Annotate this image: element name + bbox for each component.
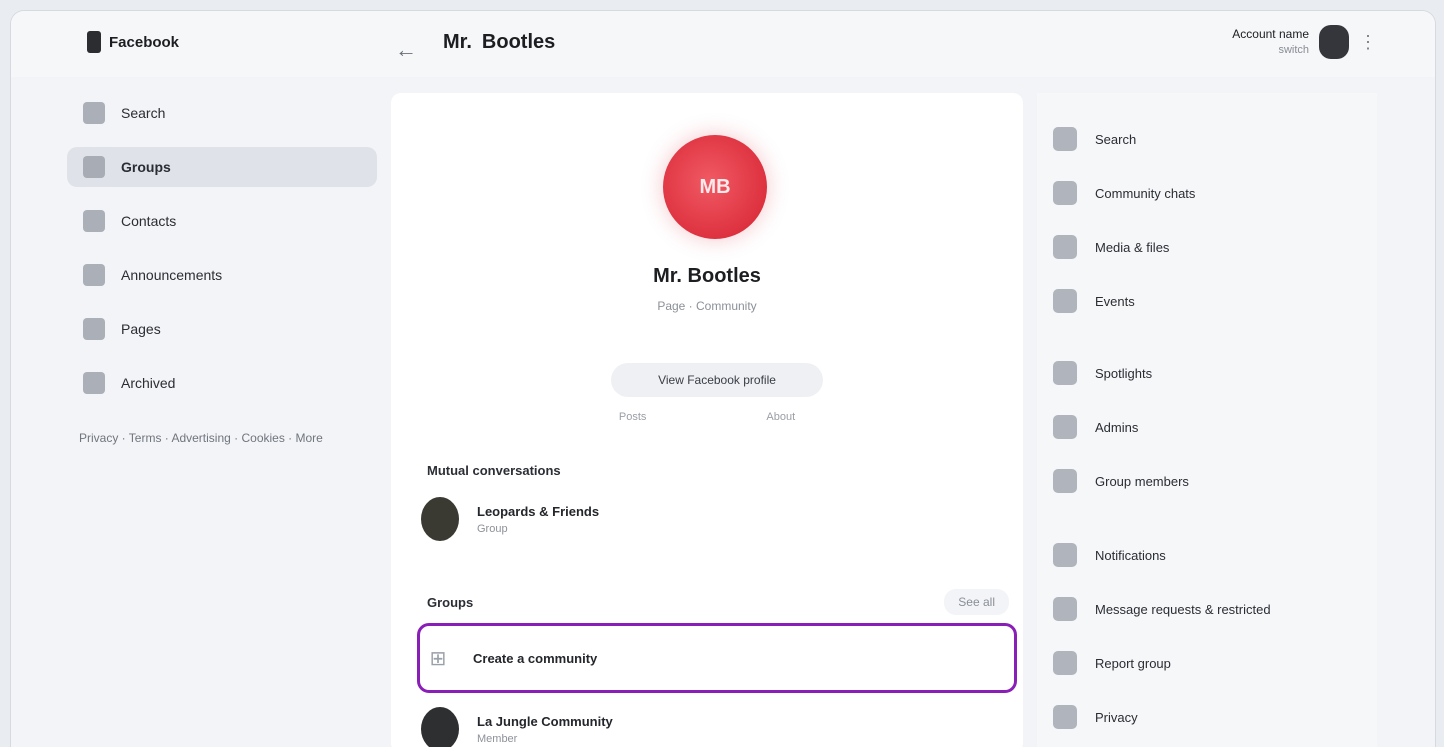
sidebar-item-contacts[interactable]: Contacts [67,201,377,241]
groups-section-title: Groups [427,595,474,610]
list-item-sub: Group [477,522,508,535]
menu-item-label: Events [1095,293,1135,309]
profile-avatar-initials: MB [699,175,731,198]
members-icon [1053,469,1077,493]
page-title-prefix: Mr. [443,31,472,53]
account-name: Account name [1232,27,1309,41]
menu-item-group-members[interactable]: Group members [1053,469,1189,493]
search-icon [83,102,105,124]
group-thumbnail [421,497,459,541]
menu-item-label: Spotlights [1095,365,1153,381]
profile-name: Mr. Bootles [653,265,761,287]
menu-item-label: Search [1095,131,1137,147]
search-icon [1053,127,1077,151]
more-icon[interactable]: ⋮ [1359,32,1377,53]
bell-icon [1053,543,1077,567]
sidebar-item-label: Groups [121,159,171,175]
sidebar-item-search[interactable]: Search [67,93,377,133]
menu-item-admins[interactable]: Admins [1034,407,1391,447]
menu-item-spotlights[interactable]: Spotlights [1053,361,1152,385]
list-item-title: Leopards & Friends [477,503,600,519]
sidebar-item-pages[interactable]: Pages [67,309,377,349]
profile-subtitle: Page · Community [657,299,757,313]
sidebar-item-announcements[interactable]: Announcements [67,255,377,295]
menu-item-privacy[interactable]: Privacy [1053,705,1138,729]
view-profile-button[interactable]: View Facebook profile [611,363,823,397]
top-bar: Facebook ← Mr. Bootles Account name swit… [11,11,1435,77]
menu-item-label: Notifications [1095,547,1166,563]
media-icon [1053,235,1077,259]
chat-icon [1053,181,1077,205]
account-sub: switch [1278,44,1309,56]
archive-icon [83,372,105,394]
lock-icon [1053,705,1077,729]
account-switcher[interactable]: Account name switch [1232,26,1309,58]
menu-item-message-requests[interactable]: Message requests & restricted [1053,597,1271,621]
app-window: Facebook ← Mr. Bootles Account name swit… [10,10,1436,747]
list-item[interactable]: La Jungle Community Member [421,701,1013,747]
account-area: Account name switch ⋮ [1232,25,1377,59]
flag-icon [1053,651,1077,675]
sidebar-item-label: Contacts [121,213,177,229]
page-title: Mr. Bootles [443,31,555,54]
menu-item-search[interactable]: Search [1053,127,1136,151]
profile-tabs: Posts About [391,411,1023,423]
page-title-name: Bootles [481,31,556,53]
list-item-sub: Member [477,732,518,745]
list-item[interactable]: Leopards & Friends Group [421,491,1013,547]
profile-avatar[interactable]: MB [663,135,767,239]
list-item-title: La Jungle Community [477,713,613,729]
user-avatar[interactable] [1319,25,1349,59]
menu-item-notifications[interactable]: Notifications [1053,543,1166,567]
menu-item-media[interactable]: Media & files [1053,235,1169,259]
tab-about[interactable]: About [766,411,795,423]
menu-item-community-chats[interactable]: Community chats [1053,181,1195,205]
sidebar-item-label: Announcements [121,267,223,283]
contacts-icon [83,210,105,232]
brand-label: Facebook [109,33,180,51]
tab-posts[interactable]: Posts [619,411,647,423]
menu-item-label: Privacy [1095,709,1138,725]
sidebar-footer-links[interactable]: Privacy · Terms · Advertising · Cookies … [67,425,339,451]
menu-item-label: Message requests & restricted [1095,601,1271,617]
sidebar-item-label: Search [121,105,166,121]
admin-icon [1053,415,1077,439]
see-all-button[interactable]: See all [944,589,1009,615]
brand[interactable]: Facebook [87,31,179,53]
spotlight-icon [1053,361,1077,385]
right-panel: Search Community chats Media & files Eve… [1034,93,1391,747]
menu-item-label: Community chats [1095,185,1196,201]
mutual-section-title: Mutual conversations [427,463,561,478]
highlight-box [417,623,1017,693]
back-arrow-icon[interactable]: ← [395,37,417,63]
menu-item-report[interactable]: Report group [1053,651,1171,675]
brand-logo-icon [87,31,101,53]
menu-item-label: Report group [1095,655,1171,671]
sidebar-item-archived[interactable]: Archived [67,363,377,403]
announcements-icon [83,264,105,286]
menu-item-label: Group members [1095,473,1189,489]
profile-main: MB Mr. Bootles Page · Community View Fac… [391,93,1023,747]
group-thumbnail [421,707,459,747]
inbox-icon [1053,597,1077,621]
sidebar-item-label: Archived [121,375,176,391]
pages-icon [83,318,105,340]
menu-item-label: Media & files [1095,239,1170,255]
menu-item-label: Admins [1095,419,1139,435]
sidebar-item-groups[interactable]: Groups [67,147,377,187]
groups-icon [83,156,105,178]
calendar-icon [1053,289,1077,313]
sidebar-item-label: Pages [121,321,161,337]
menu-item-events[interactable]: Events [1053,289,1135,313]
left-sidebar: Search Groups Contacts Announcements Pag… [67,93,377,451]
